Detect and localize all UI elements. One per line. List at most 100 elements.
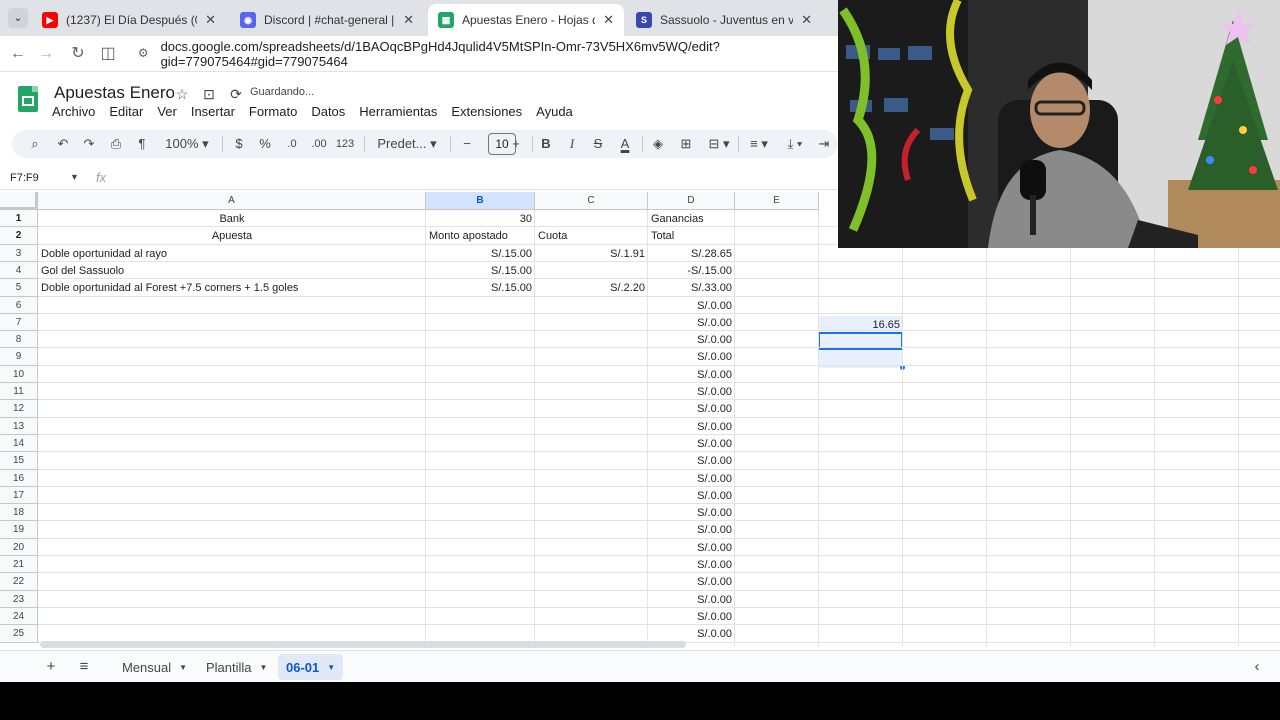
cell-d16[interactable]: S/.0.00 bbox=[648, 470, 735, 487]
column-header-d[interactable]: D bbox=[648, 192, 735, 210]
cell-a2[interactable]: Apuesta bbox=[38, 227, 426, 245]
cell-d18[interactable]: S/.0.00 bbox=[648, 504, 735, 521]
row-header[interactable]: 19 bbox=[0, 521, 38, 539]
menu-archivo[interactable]: Archivo bbox=[52, 104, 95, 120]
row-header[interactable]: 18 bbox=[0, 504, 38, 521]
cell-d7[interactable]: S/.0.00 bbox=[648, 314, 735, 331]
font-select[interactable]: Predet... ▾ bbox=[372, 134, 442, 154]
paint-format-icon[interactable]: ¶ bbox=[133, 134, 151, 154]
cell-d4[interactable]: -S/.15.00 bbox=[648, 262, 735, 279]
cell-b1[interactable]: 30 bbox=[426, 210, 535, 227]
row-header[interactable]: 24 bbox=[0, 608, 38, 625]
cell-b3[interactable]: S/.15.00 bbox=[426, 245, 535, 262]
tab-search-icon[interactable]: ⌄ bbox=[8, 8, 28, 28]
chevron-down-icon[interactable]: ▼ bbox=[70, 172, 79, 182]
menu-ver[interactable]: Ver bbox=[157, 104, 177, 120]
row-header[interactable]: 7 bbox=[0, 314, 38, 331]
sidebar-icon[interactable]: ◫ bbox=[98, 44, 118, 64]
spreadsheet-grid[interactable]: A B C D E 16.65 1 Bank 30 Ganancias 2 Apuesta… bbox=[0, 192, 1280, 646]
cell-d1[interactable]: Ganancias bbox=[648, 210, 735, 227]
cell-d11[interactable]: S/.0.00 bbox=[648, 383, 735, 400]
cell-d13[interactable]: S/.0.00 bbox=[648, 418, 735, 435]
cell-a5[interactable]: Doble oportunidad al Forest +7.5 corners… bbox=[38, 279, 426, 297]
chevron-down-icon[interactable]: ▼ bbox=[260, 663, 268, 672]
vertical-align-icon[interactable]: ⤓ ▾ bbox=[780, 134, 810, 154]
menu-extensiones[interactable]: Extensiones bbox=[451, 104, 522, 120]
cell-a3[interactable]: Doble oportunidad al rayo bbox=[38, 245, 426, 262]
menu-formato[interactable]: Formato bbox=[249, 104, 297, 120]
row-header[interactable]: 15 bbox=[0, 452, 38, 470]
row-header[interactable]: 14 bbox=[0, 435, 38, 452]
row-header[interactable]: 13 bbox=[0, 418, 38, 435]
document-title[interactable]: Apuestas Enero bbox=[54, 83, 175, 103]
menu-editar[interactable]: Editar bbox=[109, 104, 143, 120]
fill-color-icon[interactable]: ◈ bbox=[649, 134, 667, 154]
close-icon[interactable]: ✕ bbox=[603, 12, 614, 28]
sheet-tab-mensual[interactable]: Mensual ▼ bbox=[114, 654, 195, 680]
undo-icon[interactable]: ↶ bbox=[54, 134, 72, 154]
number-format-button[interactable]: 123 bbox=[334, 134, 356, 154]
cell-c5[interactable]: S/.2.20 bbox=[535, 279, 648, 297]
row-header[interactable]: 10 bbox=[0, 366, 38, 383]
text-color-button[interactable]: A bbox=[616, 134, 634, 154]
cell-d8[interactable]: S/.0.00 bbox=[648, 331, 735, 348]
close-icon[interactable]: ✕ bbox=[205, 12, 216, 28]
decrease-decimal-button[interactable]: .0 bbox=[282, 134, 302, 154]
row-header[interactable]: 20 bbox=[0, 539, 38, 556]
bold-button[interactable]: B bbox=[537, 134, 555, 154]
move-folder-icon[interactable]: ⊡ bbox=[200, 85, 218, 103]
redo-icon[interactable]: ↷ bbox=[80, 134, 98, 154]
chevron-down-icon[interactable]: ▼ bbox=[327, 663, 335, 672]
close-icon[interactable]: ✕ bbox=[801, 12, 812, 28]
increase-decimal-button[interactable]: .00 bbox=[308, 134, 330, 154]
row-header[interactable]: 8 bbox=[0, 331, 38, 348]
cell-d10[interactable]: S/.0.00 bbox=[648, 366, 735, 383]
close-icon[interactable]: ✕ bbox=[403, 12, 414, 28]
url-field[interactable]: ⚙ docs.google.com/spreadsheets/d/1BAOqcB… bbox=[130, 39, 840, 69]
cell-d2[interactable]: Total bbox=[648, 227, 735, 245]
row-header[interactable]: 25 bbox=[0, 625, 38, 643]
cell-d21[interactable]: S/.0.00 bbox=[648, 556, 735, 573]
collapse-sidepanel-icon[interactable]: ‹ bbox=[1248, 658, 1266, 676]
menu-herramientas[interactable]: Herramientas bbox=[359, 104, 437, 120]
menu-insertar[interactable]: Insertar bbox=[191, 104, 235, 120]
row-header[interactable]: 4 bbox=[0, 262, 38, 279]
row-header[interactable]: 6 bbox=[0, 297, 38, 314]
cell-d23[interactable]: S/.0.00 bbox=[648, 591, 735, 608]
sheet-tab-06-01[interactable]: 06-01 ▼ bbox=[278, 654, 344, 680]
row-header[interactable]: 16 bbox=[0, 470, 38, 487]
column-header-b[interactable]: B bbox=[426, 192, 535, 210]
cell-c3[interactable]: S/.1.91 bbox=[535, 245, 648, 262]
sheets-logo-icon[interactable] bbox=[18, 86, 38, 112]
forward-icon[interactable]: → bbox=[36, 44, 56, 64]
cell-b4[interactable]: S/.15.00 bbox=[426, 262, 535, 279]
cell-b2[interactable]: Monto apostado bbox=[426, 227, 535, 245]
row-header[interactable]: 12 bbox=[0, 400, 38, 418]
borders-icon[interactable]: ⊞ bbox=[677, 134, 695, 154]
star-icon[interactable]: ☆ bbox=[173, 85, 191, 103]
cell-d15[interactable]: S/.0.00 bbox=[648, 452, 735, 470]
row-header[interactable]: 9 bbox=[0, 348, 38, 366]
merge-cells-icon[interactable]: ⊟ ▾ bbox=[704, 134, 734, 154]
sheet-tab-plantilla[interactable]: Plantilla ▼ bbox=[198, 654, 275, 680]
horizontal-align-icon[interactable]: ≡ ▾ bbox=[744, 134, 774, 154]
browser-tab-sassuolo[interactable]: S Sassuolo - Juventus en vivo, res ✕ bbox=[626, 4, 822, 36]
row-header[interactable]: 5 bbox=[0, 279, 38, 297]
menu-ayuda[interactable]: Ayuda bbox=[536, 104, 573, 120]
chevron-down-icon[interactable]: ▼ bbox=[179, 663, 187, 672]
row-header[interactable]: 22 bbox=[0, 573, 38, 591]
browser-tab-sheets[interactable]: ▦ Apuestas Enero - Hojas de cálculo ✕ bbox=[428, 4, 624, 36]
site-info-icon[interactable]: ⚙ bbox=[136, 46, 151, 62]
print-icon[interactable]: ⎙ bbox=[107, 134, 125, 154]
cell-b5[interactable]: S/.15.00 bbox=[426, 279, 535, 297]
row-header[interactable]: 2 bbox=[0, 227, 38, 245]
cell-d19[interactable]: S/.0.00 bbox=[648, 521, 735, 539]
column-header-e[interactable]: E bbox=[735, 192, 819, 210]
cell-d22[interactable]: S/.0.00 bbox=[648, 573, 735, 591]
cell-d3[interactable]: S/.28.65 bbox=[648, 245, 735, 262]
name-box[interactable]: F7:F9 bbox=[10, 172, 39, 184]
add-sheet-icon[interactable]: + bbox=[42, 658, 60, 676]
cell-d20[interactable]: S/.0.00 bbox=[648, 539, 735, 556]
zoom-select[interactable]: 100% ▾ bbox=[162, 134, 212, 154]
back-icon[interactable]: ← bbox=[8, 44, 28, 64]
